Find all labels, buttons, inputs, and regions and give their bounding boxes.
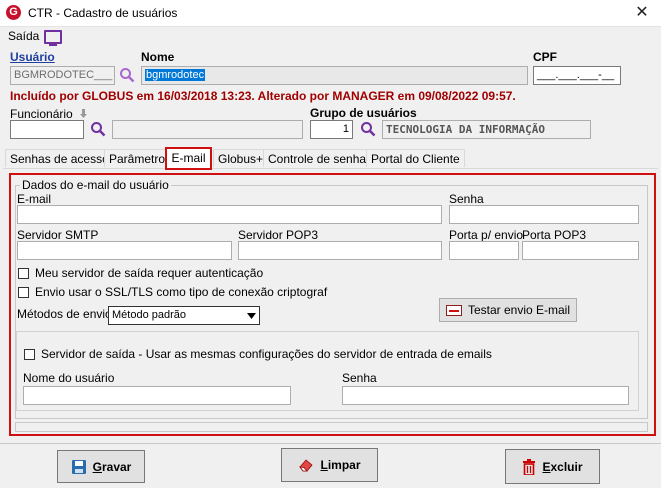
smtp-label: Servidor SMTP [17, 228, 99, 242]
close-icon[interactable]: ✕ [630, 3, 654, 23]
grupo-name-field: TECNOLOGIA DA INFORMAÇÃO [382, 120, 591, 139]
window-title: CTR - Cadastro de usuários [28, 6, 178, 20]
eraser-icon [299, 459, 314, 472]
email-group-title: Dados do e-mail do usuário [20, 178, 171, 192]
usuario-input[interactable]: BGMRODOTEC___ [10, 66, 115, 85]
limpar-label: Limpar [320, 458, 361, 472]
servidor-saida-label: Servidor de saída - Usar as mesmas confi… [41, 347, 492, 361]
tab-globus-plus[interactable]: Globus+ [213, 149, 269, 167]
audit-info-text: Incluído por GLOBUS em 16/03/2018 13:23.… [10, 89, 516, 103]
nome-usuario-input[interactable] [23, 386, 291, 405]
arrow-down-icon [80, 109, 87, 118]
usuario-search-icon[interactable] [119, 67, 135, 83]
excluir-label: Excluir [542, 459, 583, 474]
pop3-label: Servidor POP3 [238, 228, 319, 242]
email-tab-panel: Dados do e-mail do usuário E-mail Senha … [9, 173, 656, 436]
senha-label: Senha [449, 192, 484, 206]
nome-label: Nome [141, 50, 175, 64]
gravar-button[interactable]: Gravar [57, 450, 145, 483]
senha2-label: Senha [342, 371, 377, 385]
nome-value: bgmrodotec [145, 69, 206, 81]
senha-input[interactable] [449, 205, 639, 224]
chevron-down-icon [247, 313, 256, 319]
cpf-input[interactable]: ___.___.___-__ [533, 66, 621, 85]
metodos-value: Método padrão [112, 309, 186, 321]
auth-checkbox-label: Meu servidor de saída requer autenticaçã… [35, 266, 264, 280]
grupo-search-icon[interactable] [360, 121, 376, 137]
tab-strip-line [3, 168, 658, 169]
excluir-button[interactable]: Excluir [505, 449, 600, 484]
email-input[interactable] [17, 205, 442, 224]
testar-envio-label: Testar envio E-mail [467, 303, 571, 317]
save-icon [71, 459, 86, 474]
grupo-label: Grupo de usuários [310, 106, 417, 120]
metodos-select[interactable]: Método padrão [108, 306, 260, 325]
grupo-code-input[interactable]: 1 [310, 120, 353, 139]
porta-pop3-label: Porta POP3 [522, 228, 587, 242]
menu-saida[interactable]: Saída [8, 29, 39, 43]
funcionario-input[interactable] [10, 120, 84, 139]
metodos-label: Métodos de envio [17, 307, 112, 321]
footer-divider [0, 443, 661, 444]
funcionario-name-field [112, 120, 303, 139]
tab-portal-do-cliente[interactable]: Portal do Cliente [366, 149, 465, 167]
cpf-label: CPF [533, 50, 557, 64]
ssl-checkbox-label: Envio usar o SSL/TLS como tipo de conexã… [35, 285, 328, 299]
nome-usuario-label: Nome do usuário [23, 371, 115, 385]
trash-icon [523, 458, 536, 475]
porta-envio-label: Porta p/ envio [449, 228, 524, 242]
tab-controle-de-senhas[interactable]: Controle de senhas [263, 149, 378, 167]
email-label: E-mail [17, 192, 52, 206]
porta-envio-input[interactable] [449, 241, 519, 260]
panel-footer-strip [15, 422, 648, 432]
monitor-icon[interactable] [44, 30, 62, 46]
pop3-input[interactable] [238, 241, 442, 260]
ssl-checkbox[interactable] [18, 287, 29, 298]
tab-senhas-de-acesso[interactable]: Senhas de acesso [5, 149, 114, 167]
porta-pop3-input[interactable] [522, 241, 639, 260]
tab-email[interactable]: E-mail [165, 147, 212, 170]
funcionario-search-icon[interactable] [90, 121, 106, 137]
limpar-button[interactable]: Limpar [281, 448, 378, 482]
app-logo-icon: G [6, 5, 21, 20]
nome-input[interactable]: bgmrodotec [141, 66, 528, 85]
envelope-icon [445, 304, 462, 316]
gravar-label: Gravar [92, 459, 132, 474]
title-bar: G CTR - Cadastro de usuários ✕ [0, 0, 661, 27]
servidor-saida-checkbox[interactable] [24, 349, 35, 360]
smtp-input[interactable] [17, 241, 232, 260]
funcionario-label: Funcionário [10, 107, 73, 121]
senha2-input[interactable] [342, 386, 629, 405]
auth-checkbox[interactable] [18, 268, 29, 279]
usuario-label: Usuário [10, 50, 55, 64]
testar-envio-button[interactable]: Testar envio E-mail [439, 298, 577, 322]
